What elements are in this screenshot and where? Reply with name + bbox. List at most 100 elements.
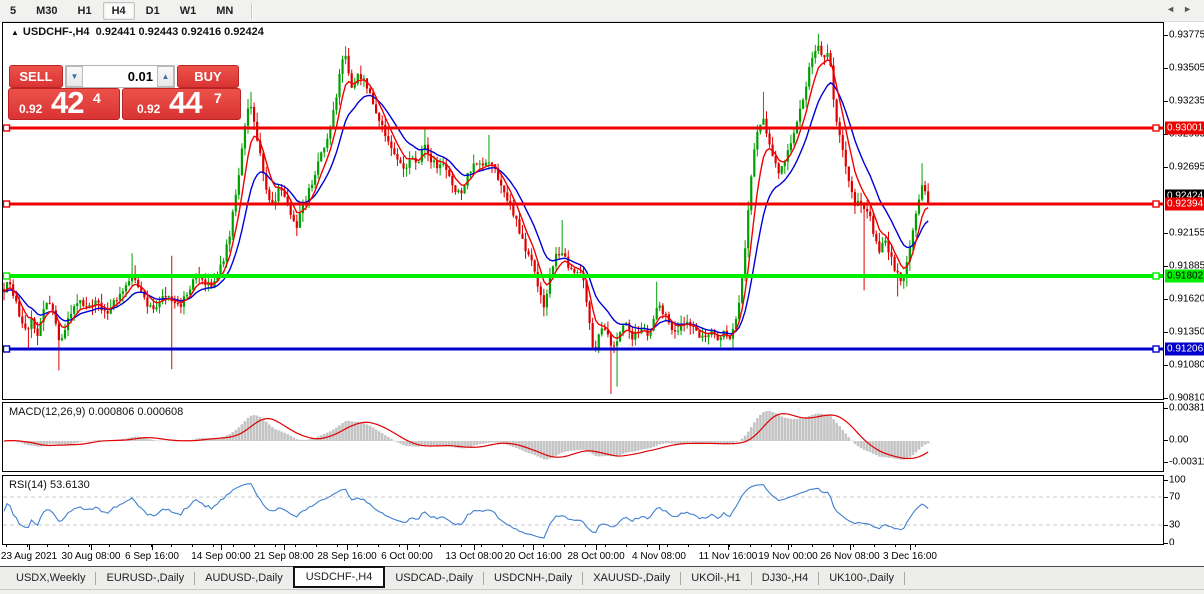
price-axis-label: 0.91080 [1169,359,1204,371]
price-axis-label: 0.92695 [1169,161,1204,173]
tab-scroll-right-icon[interactable]: ► [1183,4,1200,14]
status-strip [0,589,1204,594]
macd-axis-label: -0.003118 [1169,456,1204,468]
date-minor-tick [605,545,606,547]
volume-increase-button[interactable]: ▲ [157,66,174,87]
date-major-tick [221,545,222,550]
date-minor-tick [357,545,358,547]
price-axis: 0.937750.935050.932350.929650.926950.921… [1164,22,1204,549]
date-minor-tick [729,545,730,547]
date-minor-tick [399,545,400,547]
chart-tab-usdx-weekly[interactable]: USDX,Weekly [6,569,95,587]
date-axis-label: 28 Oct 00:00 [567,551,625,562]
buy-price-prefix: 0.92 [137,102,161,116]
date-minor-tick [523,545,524,547]
chart-tab-usdcnh-daily[interactable]: USDCNH-,Daily [484,569,582,587]
timeframe-button-5[interactable]: 5 [1,2,25,20]
price-axis-tick [1164,332,1168,333]
timeframe-button-d1[interactable]: D1 [137,2,169,20]
chart-tab-usdchf-h4[interactable]: USDCHF-,H4 [292,566,386,588]
trading-platform-window: 5 M30 H1 H4 D1 W1 MN ▲ USDCHF-,H4 0.92441 0.924… [0,0,1204,594]
date-major-tick [91,545,92,550]
price-axis-label: 0.91620 [1169,293,1204,305]
timeframe-button-m30[interactable]: M30 [27,2,66,20]
volume-input[interactable] [83,66,157,87]
date-minor-tick [791,545,792,547]
date-minor-tick [564,545,565,547]
date-minor-tick [667,545,668,547]
chart-tab-usdcad-daily[interactable]: USDCAD-,Daily [385,569,483,587]
price-axis-tick [1164,101,1168,102]
sell-price-display[interactable]: 0.92 42 4 [8,85,120,120]
price-badge: 0.91802 [1165,269,1204,283]
macd-indicator-pane[interactable]: MACD(12,26,9) 0.000806 0.000608 [2,402,1164,472]
macd-axis-tick [1164,440,1168,441]
date-minor-tick [771,545,772,547]
chart-tab-uk100-daily[interactable]: UK100-,Daily [819,569,904,587]
date-minor-tick [812,545,813,547]
macd-axis-label: 0.00 [1169,434,1189,446]
date-minor-tick [233,545,234,547]
chart-tab-eurusd-daily[interactable]: EURUSD-,Daily [96,569,194,587]
date-minor-tick [171,545,172,547]
main-chart-pane[interactable]: ▲ USDCHF-,H4 0.92441 0.92443 0.92416 0.92… [2,22,1164,400]
timeframe-button-w1[interactable]: W1 [171,2,206,20]
date-major-tick [728,545,729,550]
date-major-tick [659,545,660,550]
sell-price-prefix: 0.92 [19,102,43,116]
date-major-tick [347,545,348,550]
macd-axis-tick [1164,408,1168,409]
buy-price-display[interactable]: 0.92 44 7 [122,85,241,120]
rsi-axis-label: 70 [1169,491,1181,503]
chart-tab-audusd-daily[interactable]: AUDUSD-,Daily [195,569,293,587]
macd-label: MACD(12,26,9) 0.000806 0.000608 [9,406,184,418]
date-axis-label: 14 Sep 00:00 [191,551,251,562]
date-minor-tick [440,545,441,547]
date-axis-label: 19 Nov 00:00 [758,551,818,562]
date-minor-tick [502,545,503,547]
date-axis-label: 21 Sep 08:00 [254,551,314,562]
date-major-tick [910,545,911,550]
date-minor-tick [254,545,255,547]
rsi-axis-tick [1164,525,1168,526]
date-minor-tick [874,545,875,547]
price-axis-label: 0.91350 [1169,326,1204,338]
collapse-triangle-icon[interactable]: ▲ [11,28,19,37]
volume-decrease-button[interactable]: ▼ [66,66,83,87]
rsi-indicator-pane[interactable]: RSI(14) 53.6130 [2,475,1164,545]
date-minor-tick [192,545,193,547]
timeframe-button-h4[interactable]: H4 [102,1,135,20]
date-major-tick [850,545,851,550]
one-click-trade-panel: SELL ▼ ▲ BUY 0.92 42 4 0.92 44 7 [8,65,241,120]
date-minor-tick [688,545,689,547]
rsi-axis-label: 100 [1169,474,1186,486]
tab-scroll-left-icon[interactable]: ◄ [1166,4,1183,14]
price-axis-label: 0.92155 [1169,227,1204,239]
date-axis-label: 20 Oct 16:00 [504,551,562,562]
date-minor-tick [337,545,338,547]
macd-axis-tick [1164,462,1168,463]
date-minor-tick [709,545,710,547]
chart-tab-bar: USDX,Weekly EURUSD-,Daily AUDUSD-,Daily USD… [0,566,1204,589]
timeframe-button-h1[interactable]: H1 [69,2,101,20]
date-minor-tick [378,545,379,547]
price-axis-tick [1164,266,1168,267]
date-minor-tick [750,545,751,547]
timeframe-button-mn[interactable]: MN [207,2,242,20]
date-minor-tick [585,545,586,547]
price-axis-label: 0.93235 [1169,95,1204,107]
date-minor-tick [915,545,916,547]
timeframe-toolbar: 5 M30 H1 H4 D1 W1 MN [0,0,1204,22]
chart-tab-ukoil-h1[interactable]: UKOil-,H1 [681,569,751,587]
date-minor-tick [275,545,276,547]
date-minor-tick [68,545,69,547]
date-major-tick [407,545,408,550]
date-axis-label: 23 Aug 2021 [0,551,58,562]
chart-tab-dj30-h4[interactable]: DJ30-,H4 [752,569,818,587]
price-badge: 0.92394 [1165,197,1204,211]
date-minor-tick [833,545,834,547]
price-axis-tick [1164,35,1168,36]
chart-title: ▲ USDCHF-,H4 0.92441 0.92443 0.92416 0.92… [11,26,264,38]
chart-symbol-label: USDCHF-,H4 [22,26,90,38]
chart-tab-xauusd-daily[interactable]: XAUUSD-,Daily [583,569,680,587]
